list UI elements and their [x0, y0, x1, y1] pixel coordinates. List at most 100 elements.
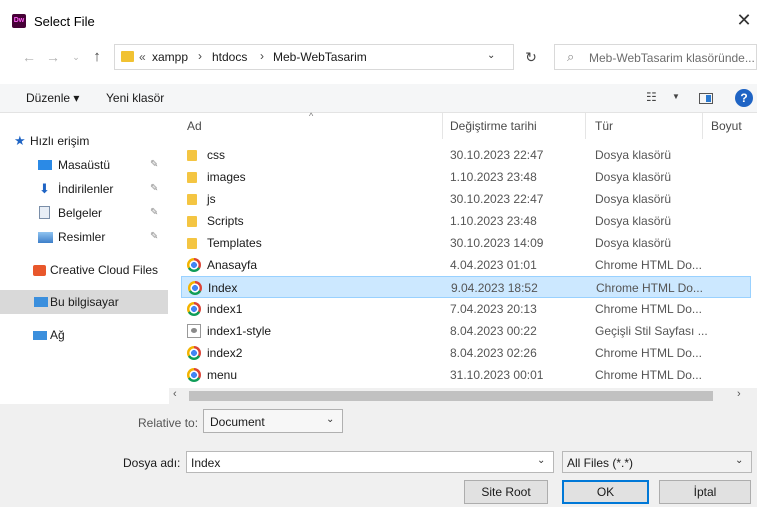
file-type: Chrome HTML Do... [596, 281, 703, 295]
file-date: 7.04.2023 20:13 [450, 302, 537, 316]
folder-icon [187, 172, 197, 183]
pin-icon[interactable]: ✎ [150, 153, 158, 177]
scroll-right-arrow-icon[interactable]: › [737, 388, 741, 400]
file-name: images [207, 170, 246, 184]
folder-icon [187, 238, 197, 249]
file-date: 1.10.2023 23:48 [450, 214, 537, 228]
file-date: 30.10.2023 22:47 [450, 148, 544, 162]
folder-icon [187, 150, 197, 161]
navigation-pane: ★ Hızlı erişim Masaüstü ✎ ⬇ İndirilenler… [0, 113, 168, 403]
chevron-down-icon[interactable]: ⌄ [326, 414, 334, 425]
dialog-footer: Relative to: Document ⌄ Dosya adı: Index… [0, 404, 757, 507]
column-header-size[interactable]: Boyut [711, 119, 742, 133]
ok-button[interactable]: OK [562, 480, 649, 504]
file-row[interactable]: menu 31.10.2023 00:01 Chrome HTML Do... [181, 364, 751, 386]
breadcrumb-overflow[interactable]: « [139, 50, 146, 64]
search-input[interactable]: ⌕ Meb-WebTasarim klasöründe... [554, 44, 757, 70]
nav-this-pc[interactable]: Bu bilgisayar [0, 290, 168, 314]
file-type: Chrome HTML Do... [595, 346, 702, 360]
file-name: index1 [207, 302, 243, 316]
up-arrow-icon[interactable]: ↑ [88, 46, 106, 68]
file-row[interactable]: index1 7.04.2023 20:13 Chrome HTML Do... [181, 298, 751, 320]
pin-icon[interactable]: ✎ [150, 177, 158, 201]
nav-item-downloads[interactable]: ⬇ İndirilenler ✎ [0, 177, 168, 201]
file-type-value: All Files (*.*) [567, 456, 634, 470]
nav-item-pictures[interactable]: Resimler ✎ [0, 225, 168, 249]
file-date: 31.10.2023 00:01 [450, 368, 544, 382]
column-divider[interactable] [702, 113, 703, 139]
folder-icon [187, 194, 197, 205]
file-row[interactable]: index2 8.04.2023 02:26 Chrome HTML Do... [181, 342, 751, 364]
file-type-select[interactable]: All Files (*.*) ⌄ [562, 451, 752, 473]
nav-network[interactable]: Ağ [0, 323, 168, 347]
download-arrow-icon: ⬇ [39, 181, 50, 196]
file-type: Geçişli Stil Sayfası ... [595, 324, 708, 338]
file-row[interactable]: images 1.10.2023 23:48 Dosya klasörü [181, 166, 751, 188]
relative-to-select[interactable]: Document ⌄ [203, 409, 343, 433]
chrome-icon [188, 281, 202, 295]
file-name: index2 [207, 346, 243, 360]
pin-icon[interactable]: ✎ [150, 201, 158, 225]
file-type: Dosya klasörü [595, 170, 672, 184]
computer-icon [34, 297, 48, 307]
caret-down-icon[interactable]: ▼ [672, 92, 680, 101]
site-root-button[interactable]: Site Root [464, 480, 548, 504]
scroll-left-arrow-icon[interactable]: ‹ [173, 388, 177, 400]
cancel-button[interactable]: İptal [659, 480, 751, 504]
chevron-down-icon[interactable]: ⌄ [487, 50, 495, 61]
filename-input[interactable]: Index ⌄ [186, 451, 554, 473]
file-row[interactable]: css 30.10.2023 22:47 Dosya klasörü [181, 144, 751, 166]
column-header-type[interactable]: Tür [595, 119, 613, 133]
chevron-down-icon[interactable]: ⌄ [735, 455, 743, 466]
file-row[interactable]: Anasayfa 4.04.2023 01:01 Chrome HTML Do... [181, 254, 751, 276]
folder-icon [187, 216, 197, 227]
organize-button[interactable]: Düzenle ▾ [26, 91, 79, 105]
relative-to-label: Relative to: [138, 416, 199, 430]
breadcrumb-xampp[interactable]: xampp [152, 50, 188, 64]
forward-arrow-icon[interactable]: → [44, 46, 62, 68]
column-divider[interactable] [442, 113, 443, 139]
column-header-name[interactable]: Ad [187, 119, 202, 133]
nav-quick-access[interactable]: ★ Hızlı erişim [0, 129, 168, 153]
search-placeholder: Meb-WebTasarim klasöründe... [589, 51, 755, 65]
chevron-down-icon[interactable]: ⌄ [537, 455, 545, 466]
scrollbar-thumb[interactable] [189, 391, 713, 401]
file-name: css [207, 148, 225, 162]
file-row[interactable]: Index 9.04.2023 18:52 Chrome HTML Do... [181, 276, 751, 298]
address-bar[interactable]: « xampp › htdocs › Meb-WebTasarim ⌄ [114, 44, 514, 70]
nav-item-desktop[interactable]: Masaüstü ✎ [0, 153, 168, 177]
column-header-date[interactable]: Değiştirme tarihi [450, 119, 537, 133]
file-name: Templates [207, 236, 262, 250]
dreamweaver-app-icon: Dw [12, 14, 26, 28]
file-date: 1.10.2023 23:48 [450, 170, 537, 184]
chrome-icon [187, 368, 201, 382]
pin-icon[interactable]: ✎ [150, 225, 158, 249]
nav-creative-cloud[interactable]: Creative Cloud Files [0, 258, 168, 282]
refresh-icon[interactable]: ↻ [520, 46, 542, 68]
file-type: Chrome HTML Do... [595, 258, 702, 272]
breadcrumb-htdocs[interactable]: htdocs [212, 50, 247, 64]
new-folder-button[interactable]: Yeni klasör [106, 91, 164, 105]
chevron-right-icon[interactable]: › [260, 49, 264, 63]
breadcrumb-meb-webtasarim[interactable]: Meb-WebTasarim [273, 50, 367, 64]
horizontal-scrollbar[interactable]: ‹ › [169, 388, 757, 404]
chevron-right-icon[interactable]: › [198, 49, 202, 63]
network-icon [33, 331, 47, 340]
chrome-icon [187, 258, 201, 272]
file-row[interactable]: index1-style 8.04.2023 00:22 Geçişli Stil … [181, 320, 751, 342]
file-name: Anasayfa [207, 258, 258, 272]
help-icon[interactable]: ? [735, 89, 753, 107]
column-divider[interactable] [585, 113, 586, 139]
close-button[interactable]: ✕ [734, 10, 754, 30]
chrome-icon [187, 346, 201, 360]
file-date: 8.04.2023 02:26 [450, 346, 537, 360]
file-date: 4.04.2023 01:01 [450, 258, 537, 272]
preview-pane-icon[interactable] [699, 93, 713, 104]
recent-locations-chevron-icon[interactable]: ⌄ [67, 46, 85, 68]
file-row[interactable]: js 30.10.2023 22:47 Dosya klasörü [181, 188, 751, 210]
back-arrow-icon[interactable]: ← [20, 46, 38, 68]
view-options-icon[interactable]: ☷ [646, 90, 657, 104]
file-row[interactable]: Scripts 1.10.2023 23:48 Dosya klasörü [181, 210, 751, 232]
nav-item-documents[interactable]: Belgeler ✎ [0, 201, 168, 225]
file-row[interactable]: Templates 30.10.2023 14:09 Dosya klasörü [181, 232, 751, 254]
